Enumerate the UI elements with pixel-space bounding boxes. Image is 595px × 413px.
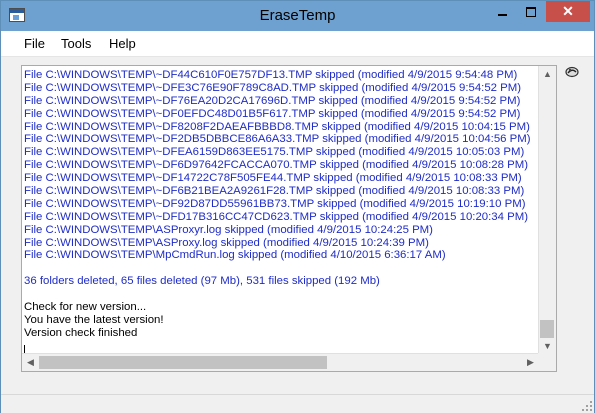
log-line: File C:\WINDOWS\TEMP\~DFE3C76E90F789C8AD… — [24, 81, 522, 94]
menu-bar: File Tools Help — [1, 31, 594, 57]
log-version-line: You have the latest version! — [24, 313, 164, 326]
close-button[interactable]: ✕ — [546, 1, 590, 22]
log-output[interactable]: File C:\WINDOWS\TEMP\~DF44C610F0E757DF13… — [21, 65, 557, 372]
log-summary: 36 folders deleted, 65 files deleted (97… — [24, 275, 380, 288]
log-line: File C:\WINDOWS\TEMP\ASProxyr.log skippe… — [24, 223, 433, 236]
clean-icon[interactable] — [565, 65, 579, 78]
vertical-scroll-thumb[interactable] — [540, 320, 554, 338]
scroll-right-icon[interactable]: ▶ — [522, 354, 539, 371]
scroll-left-icon[interactable]: ◀ — [22, 354, 39, 371]
log-line: File C:\WINDOWS\TEMP\~DFEA6159D863EE5175… — [24, 146, 525, 159]
log-line: File C:\WINDOWS\TEMP\~DF92D87DD55961BB73… — [24, 197, 526, 210]
menu-help[interactable]: Help — [109, 31, 136, 56]
menu-file[interactable]: File — [24, 31, 45, 56]
log-line: File C:\WINDOWS\TEMP\~DF76EA20D2CA17696D… — [24, 94, 521, 107]
log-line: File C:\WINDOWS\TEMP\~DF6B21BEA2A9261F28… — [24, 185, 525, 198]
log-line: File C:\WINDOWS\TEMP\MpCmdRun.log skippe… — [24, 249, 446, 262]
erasetemp-window: EraseTemp ✕ File Tools Help File C:\WIND… — [0, 0, 595, 413]
minimize-icon — [498, 13, 507, 16]
maximize-button[interactable] — [517, 1, 544, 22]
maximize-icon — [525, 6, 536, 17]
log-version-line: Check for new version... — [24, 301, 147, 314]
vertical-scrollbar[interactable]: ▲ ▼ — [538, 66, 556, 355]
resize-grip-icon[interactable] — [582, 401, 592, 411]
log-lines: File C:\WINDOWS\TEMP\~DF44C610F0E757DF13… — [24, 69, 538, 340]
status-bar — [1, 394, 594, 413]
log-line: File C:\WINDOWS\TEMP\~DF44C610F0E757DF13… — [24, 69, 518, 81]
log-line: File C:\WINDOWS\TEMP\~DFD17B316CC47CD623… — [24, 210, 529, 223]
close-icon: ✕ — [562, 3, 574, 19]
log-line: File C:\WINDOWS\TEMP\~DF0EFDC48D01B5F617… — [24, 107, 521, 120]
log-version-line: Version check finished — [24, 326, 138, 339]
log-line: File C:\WINDOWS\TEMP\ASProxy.log skipped… — [24, 236, 429, 249]
horizontal-scrollbar[interactable]: ◀ ▶ — [22, 353, 539, 371]
log-line: File C:\WINDOWS\TEMP\~DF8208F2DAEAFBBBD8… — [24, 120, 530, 133]
log-line: File C:\WINDOWS\TEMP\~DF14722C78F505FE44… — [24, 172, 522, 185]
log-line: File C:\WINDOWS\TEMP\~DF6D97642FCACCA070… — [24, 159, 529, 172]
menu-tools[interactable]: Tools — [61, 31, 91, 56]
minimize-button[interactable] — [489, 1, 516, 22]
horizontal-scroll-thumb[interactable] — [39, 356, 327, 369]
scrollbar-corner — [538, 353, 556, 371]
title-bar[interactable]: EraseTemp ✕ — [1, 1, 594, 31]
log-line: File C:\WINDOWS\TEMP\~DF2DB5DBBCE86A6A33… — [24, 133, 531, 146]
scroll-up-icon[interactable]: ▲ — [539, 66, 556, 83]
